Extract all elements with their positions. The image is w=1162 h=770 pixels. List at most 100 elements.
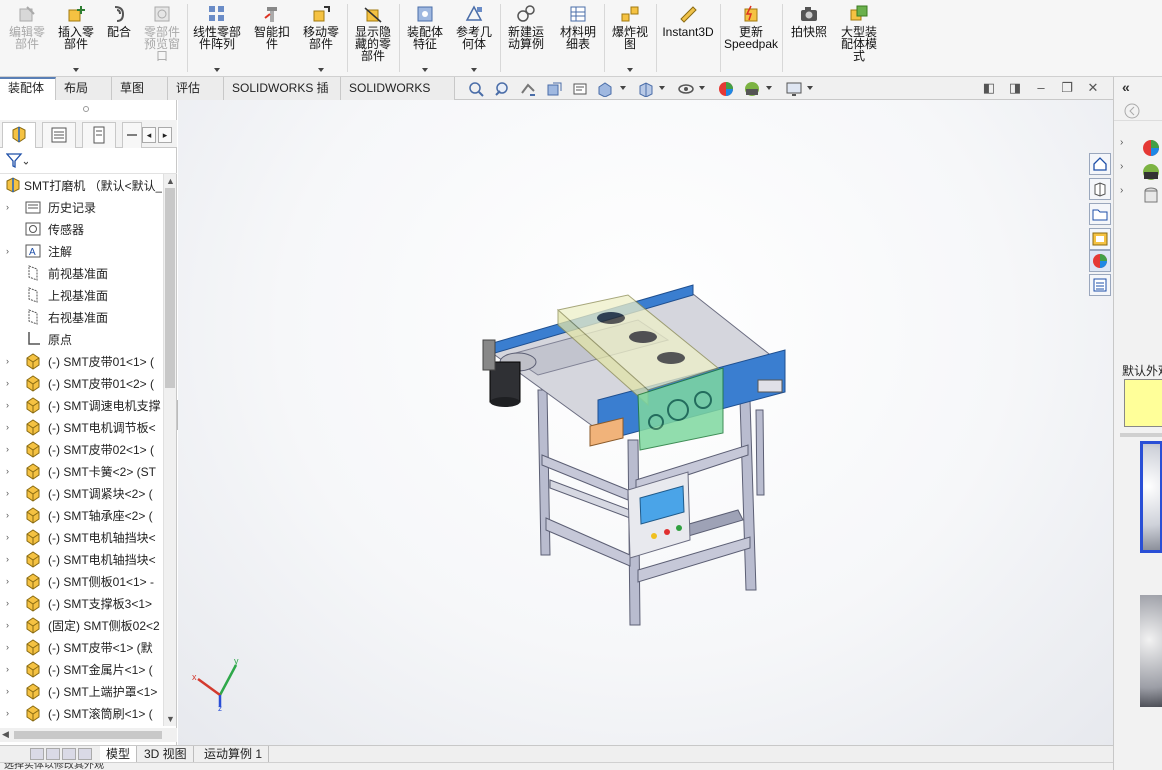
update-speedpak-button[interactable]: 更新 Speedpak xyxy=(723,4,779,74)
expand-arrow-icon[interactable]: › xyxy=(6,246,14,256)
scroll-up-icon[interactable]: ▲ xyxy=(166,176,175,186)
prev-tab-icon[interactable] xyxy=(46,748,60,760)
mate-button[interactable]: 配合 xyxy=(102,4,136,74)
tree-item[interactable]: › (-) SMT金属片<1> ( xyxy=(0,658,163,680)
next-tab-icon[interactable] xyxy=(62,748,76,760)
close-icon[interactable]: ✕ xyxy=(1086,81,1100,95)
zoom-to-fit-icon[interactable] xyxy=(468,81,484,97)
expand-arrow-icon[interactable]: › xyxy=(6,554,14,564)
scroll-left-icon[interactable]: ◀ xyxy=(2,729,9,740)
panel-grip-icon[interactable] xyxy=(83,106,89,112)
large-assembly-mode-button[interactable]: 大型装 配体模 式 xyxy=(836,4,882,74)
smart-fasteners-button[interactable]: 智能扣 件 xyxy=(250,4,294,74)
restore-panel-left-icon[interactable]: ◧ xyxy=(982,81,996,95)
chevron-down-icon[interactable] xyxy=(422,68,428,72)
tab-solidworks-mbd[interactable]: SOLIDWORKS MBD xyxy=(341,77,455,117)
reference-geometry-button[interactable]: 参考几 何体 xyxy=(452,4,496,74)
view-palette-button[interactable] xyxy=(1089,228,1111,250)
tree-item[interactable]: 右视基准面 xyxy=(0,306,163,328)
decals-icon[interactable] xyxy=(1142,187,1160,205)
expand-arrow-icon[interactable]: › xyxy=(6,400,14,410)
tree-item[interactable]: › (-) SMT电机轴挡块< xyxy=(0,526,163,548)
view-orientation-icon[interactable] xyxy=(597,81,613,97)
expand-arrow-icon[interactable]: › xyxy=(6,488,14,498)
restore-panel-right-icon[interactable]: ◨ xyxy=(1008,81,1022,95)
chevron-down-icon[interactable] xyxy=(766,86,772,90)
tree-item[interactable]: › (-) SMT皮带01<1> ( xyxy=(0,350,163,372)
expand-arrow-icon[interactable]: › xyxy=(6,422,14,432)
tab-assembly[interactable]: 装配体 xyxy=(0,77,56,100)
tree-item[interactable]: › (-) SMT支撑板3<1> xyxy=(0,592,163,614)
chevron-down-icon[interactable] xyxy=(699,86,705,90)
new-motion-study-button[interactable]: 新建运 动算例 xyxy=(503,4,549,74)
scroll-right-icon[interactable]: ▸ xyxy=(158,127,172,143)
tree-item[interactable]: › (-) SMT上端护罩<1> xyxy=(0,680,163,702)
chevron-down-icon[interactable] xyxy=(659,86,665,90)
expand-arrow-icon[interactable]: › xyxy=(6,444,14,454)
bom-button[interactable]: 材料明 细表 xyxy=(555,4,601,74)
chevron-down-icon[interactable] xyxy=(318,68,324,72)
appearance-swatch-preview[interactable] xyxy=(1124,379,1162,427)
expand-arrow-icon[interactable]: › xyxy=(6,466,14,476)
assembly-features-button[interactable]: 装配体 特征 xyxy=(402,4,448,74)
tab-navigation[interactable] xyxy=(30,748,100,760)
expand-arrow-icon[interactable]: › xyxy=(1120,137,1123,148)
tree-item[interactable]: › (-) SMT电机轴挡块< xyxy=(0,548,163,570)
scrollbar-thumb[interactable] xyxy=(165,188,175,388)
tree-horizontal-scrollbar[interactable]: ◀ xyxy=(0,728,177,742)
chevron-down-icon[interactable] xyxy=(627,68,633,72)
expand-arrow-icon[interactable]: › xyxy=(6,708,14,718)
tree-item[interactable]: › (固定) SMT侧板02<2 xyxy=(0,614,163,636)
edit-component-button[interactable]: 编辑零 部件 xyxy=(4,4,50,74)
filter-icon[interactable] xyxy=(6,153,28,169)
collapse-task-pane-icon[interactable]: « xyxy=(1122,79,1130,95)
graphics-area[interactable] xyxy=(178,100,1113,745)
expand-arrow-icon[interactable]: › xyxy=(6,664,14,674)
expand-arrow-icon[interactable]: › xyxy=(6,510,14,520)
expand-arrow-icon[interactable]: › xyxy=(6,532,14,542)
display-style-icon[interactable] xyxy=(638,81,654,97)
tree-item[interactable]: › (-) SMT卡簧<2> (ST xyxy=(0,460,163,482)
tab-evaluate[interactable]: 评估 xyxy=(168,77,224,100)
tab-motion-study-1[interactable]: 运动算例 1 xyxy=(198,746,270,763)
linear-pattern-button[interactable]: 线性零部 件阵列 xyxy=(190,4,244,74)
tree-item[interactable]: › (-) SMT皮带02<1> ( xyxy=(0,438,163,460)
appearances-scenes-button[interactable] xyxy=(1089,250,1111,272)
tree-item[interactable]: 前视基准面 xyxy=(0,262,163,284)
apply-scene-icon[interactable] xyxy=(744,81,760,97)
solidworks-resources-button[interactable] xyxy=(1089,153,1111,175)
snapshot-button[interactable]: 拍快照 xyxy=(786,4,832,74)
section-view-icon[interactable] xyxy=(546,81,562,97)
expand-arrow-icon[interactable]: › xyxy=(6,576,14,586)
chevron-down-icon[interactable] xyxy=(214,68,220,72)
feature-manager-tab[interactable] xyxy=(2,122,36,148)
expand-arrow-icon[interactable]: › xyxy=(6,620,14,630)
appearances-icon[interactable] xyxy=(1142,139,1160,157)
expand-arrow-icon[interactable]: › xyxy=(6,686,14,696)
scenes-icon[interactable] xyxy=(1142,163,1160,181)
tree-item[interactable]: › (-) SMT轴承座<2> ( xyxy=(0,504,163,526)
file-explorer-button[interactable] xyxy=(1089,203,1111,225)
hscroll-thumb[interactable] xyxy=(14,731,162,739)
tab-sketch[interactable]: 草图 xyxy=(112,77,168,100)
tree-item[interactable]: › (-) SMT调速电机支撑 xyxy=(0,394,163,416)
tree-item[interactable]: › (-) SMT皮带<1> (默 xyxy=(0,636,163,658)
tree-root-assembly[interactable]: SMT打磨机 （默认<默认_ xyxy=(0,174,163,196)
expand-arrow-icon[interactable]: › xyxy=(6,378,14,388)
tree-item[interactable]: › (-) SMT皮带01<2> ( xyxy=(0,372,163,394)
expand-arrow-icon[interactable]: › xyxy=(1120,161,1123,172)
previous-view-icon[interactable] xyxy=(520,81,536,97)
last-tab-icon[interactable] xyxy=(78,748,92,760)
chevron-down-icon[interactable] xyxy=(73,68,79,72)
tree-item[interactable]: › (-) SMT电机调节板< xyxy=(0,416,163,438)
tree-item[interactable]: 原点 xyxy=(0,328,163,350)
chevron-down-icon[interactable] xyxy=(807,86,813,90)
tree-item[interactable]: › (-) SMT调紧块<2> ( xyxy=(0,482,163,504)
dimxpert-tab[interactable] xyxy=(122,122,142,148)
tree-item[interactable]: › 历史记录 xyxy=(0,196,163,218)
back-icon[interactable] xyxy=(1124,103,1140,119)
expand-arrow-icon[interactable]: › xyxy=(1120,185,1123,196)
tree-vertical-scrollbar[interactable]: ▲ ▼ xyxy=(163,174,176,726)
edit-appearance-icon[interactable] xyxy=(718,81,734,97)
move-component-button[interactable]: 移动零 部件 xyxy=(298,4,344,74)
